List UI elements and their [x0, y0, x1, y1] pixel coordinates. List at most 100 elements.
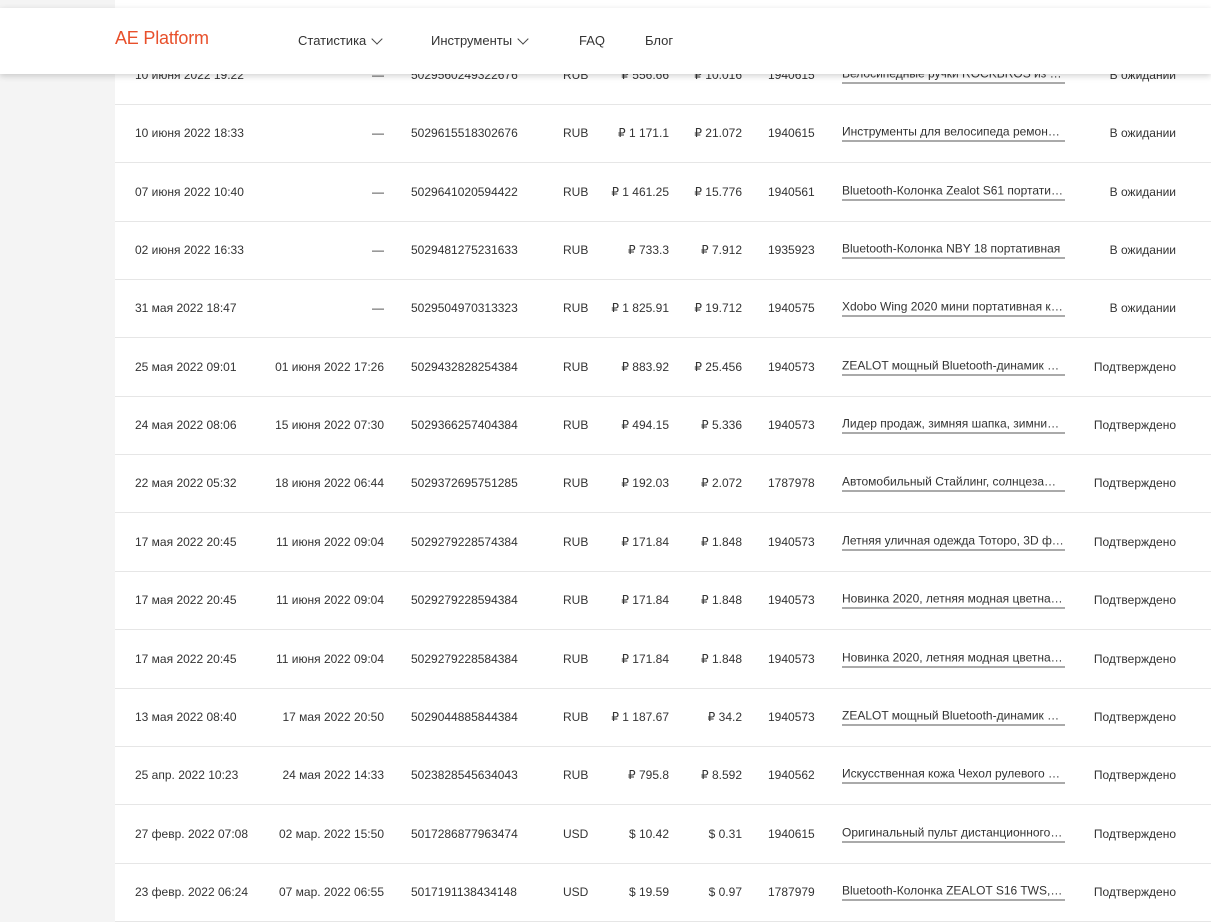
- row-confirm-date: 11 июня 2022 09:04: [275, 534, 384, 549]
- row-commission: ₽ 19.712: [694, 301, 742, 316]
- row-order-number: 5029366257404384: [411, 418, 518, 433]
- table-row: 17 мая 2022 20:45 11 июня 2022 09:04 50292…: [115, 630, 1211, 689]
- row-confirm-date: —: [372, 301, 384, 316]
- row-confirm-date: —: [372, 243, 384, 258]
- row-date: 27 февр. 2022 07:08: [135, 826, 249, 841]
- row-order-number: 5017286877963474: [411, 826, 518, 841]
- row-status: Подтверждено: [1093, 826, 1176, 841]
- row-product-link[interactable]: Летняя уличная одежда Тоторо, 3D футболк…: [842, 533, 1065, 551]
- table-row: 24 мая 2022 08:06 15 июня 2022 07:30 50293…: [115, 396, 1211, 456]
- row-amount: ₽ 795.8: [628, 768, 669, 783]
- row-order-number: 5029504970313323: [411, 301, 518, 316]
- row-date: 10 июня 2022 18:33: [135, 126, 244, 141]
- row-currency: RUB: [563, 709, 589, 724]
- table-row: 31 мая 2022 18:47 — 5029504970313323 RUB ₽ 1…: [115, 279, 1211, 339]
- table-row: 10 июня 2022 18:33 — 5029615518302676 RUB ₽ …: [115, 104, 1211, 164]
- row-currency: RUB: [563, 593, 589, 608]
- row-product-link[interactable]: ZEALOT мощный Bluetooth-динамик сабвуфер: [842, 708, 1065, 726]
- row-product-link[interactable]: Bluetooth-Колонка Zealot S61 портативная: [842, 183, 1065, 201]
- row-order-number: 5029279228574384: [411, 534, 518, 549]
- row-id: 1940573: [768, 359, 815, 374]
- row-commission: ₽ 2.072: [701, 476, 742, 491]
- row-commission: ₽ 25.456: [694, 359, 742, 374]
- row-commission: ₽ 8.592: [701, 768, 742, 783]
- row-currency: RUB: [563, 243, 589, 258]
- row-date: 22 мая 2022 05:32: [135, 476, 237, 491]
- row-product-link[interactable]: Xdobo Wing 2020 мини портативная колонка: [842, 300, 1065, 317]
- table-row: 22 мая 2022 05:32 18 июня 2022 06:44 50293…: [115, 454, 1211, 514]
- row-id: 1940573: [768, 593, 815, 608]
- row-product-link[interactable]: Лидер продаж, зимняя шапка, зимние шапки: [842, 417, 1065, 434]
- row-id: 1935923: [768, 243, 815, 258]
- row-currency: RUB: [563, 126, 589, 141]
- row-commission: ₽ 5.336: [701, 418, 742, 433]
- row-commission: ₽ 1.848: [701, 534, 742, 549]
- row-status: Подтверждено: [1093, 534, 1176, 549]
- row-confirm-date: 11 июня 2022 09:04: [275, 593, 384, 608]
- row-amount: ₽ 171.84: [621, 534, 669, 549]
- row-confirm-date: 15 июня 2022 07:30: [275, 418, 384, 433]
- nav-tools[interactable]: Инструменты: [431, 32, 529, 48]
- row-currency: RUB: [563, 476, 589, 491]
- row-status: Подтверждено: [1093, 476, 1176, 491]
- row-order-number: 5029481275231633: [411, 243, 518, 258]
- row-status: В ожидании: [1109, 126, 1176, 141]
- table-row: 25 апр. 2022 10:23 24 мая 2022 14:33 50238…: [115, 746, 1211, 806]
- row-date: 24 мая 2022 08:06: [135, 418, 237, 433]
- row-status: Подтверждено: [1093, 884, 1176, 899]
- nav-statistics[interactable]: Статистика: [298, 32, 383, 48]
- row-status: Подтверждено: [1093, 418, 1176, 433]
- row-amount: ₽ 171.84: [621, 593, 669, 608]
- row-confirm-date: 01 июня 2022 17:26: [275, 359, 384, 374]
- row-amount: ₽ 171.84: [621, 651, 669, 666]
- row-amount: ₽ 1 171.1: [617, 126, 669, 141]
- row-currency: RUB: [563, 184, 589, 199]
- row-product-link[interactable]: Оригинальный пульт дистанционного управл…: [842, 825, 1065, 843]
- row-confirm-date: —: [372, 184, 384, 199]
- row-currency: RUB: [563, 768, 589, 783]
- table-row: 13 мая 2022 08:40 17 мая 2022 20:50 502904…: [115, 688, 1211, 747]
- row-currency: USD: [563, 826, 589, 841]
- row-currency: RUB: [563, 301, 589, 316]
- row-product-link[interactable]: Инструменты для велосипеда ремонтные: [842, 125, 1065, 142]
- row-order-number: 5017191138434148: [411, 884, 517, 899]
- row-status: В ожидании: [1109, 184, 1176, 199]
- row-status: Подтверждено: [1093, 593, 1176, 608]
- nav-faq-label: FAQ: [579, 33, 606, 48]
- table-row: 17 мая 2022 20:45 11 июня 2022 09:04 50292…: [115, 571, 1211, 631]
- chevron-down-icon: [517, 32, 529, 45]
- row-amount: ₽ 1 461.25: [611, 184, 669, 199]
- row-status: Подтверждено: [1093, 768, 1176, 783]
- row-date: 17 мая 2022 20:45: [135, 651, 237, 666]
- row-amount: ₽ 1 187.67: [611, 709, 669, 724]
- row-order-number: 5029641020594422: [411, 184, 518, 199]
- row-confirm-date: 18 июня 2022 06:44: [275, 476, 384, 491]
- row-status: Подтверждено: [1093, 709, 1176, 724]
- row-date: 25 мая 2022 09:01: [135, 359, 237, 374]
- row-product-link[interactable]: Новинка 2020, летняя модная цветная футб…: [842, 650, 1065, 667]
- nav-faq[interactable]: FAQ: [579, 33, 605, 48]
- logo[interactable]: AE Platform: [115, 28, 209, 49]
- nav-statistics-label: Статистика: [298, 33, 367, 48]
- row-order-number: 5029615518302676: [411, 126, 518, 141]
- nav-blog-label: Блог: [645, 33, 674, 48]
- row-id: 1940573: [768, 709, 815, 724]
- top-navbar: AE Platform Статистика Инструменты FAQ Б…: [0, 8, 1211, 74]
- row-product-link[interactable]: Bluetooth-Колонка ZEALOT S16 TWS, портат…: [842, 883, 1065, 901]
- row-amount: $ 19.59: [628, 884, 669, 899]
- row-product-link[interactable]: Автомобильный Стайлинг, солнцезащитный: [842, 475, 1065, 492]
- row-date: 17 мая 2022 20:45: [135, 534, 237, 549]
- table-row: 27 февр. 2022 07:08 02 мар. 2022 15:50 501…: [115, 805, 1211, 864]
- row-commission: ₽ 1.848: [701, 593, 742, 608]
- row-amount: $ 10.42: [628, 826, 669, 841]
- row-date: 17 мая 2022 20:45: [135, 593, 237, 608]
- row-amount: ₽ 494.15: [621, 418, 669, 433]
- row-date: 02 июня 2022 16:33: [135, 243, 244, 258]
- nav-blog[interactable]: Блог: [645, 33, 673, 48]
- row-status: Подтверждено: [1093, 359, 1176, 374]
- row-status: В ожидании: [1109, 301, 1176, 316]
- row-product-link[interactable]: ZEALOT мощный Bluetooth-динамик сабвуфер: [842, 358, 1065, 376]
- row-product-link[interactable]: Искусственная кожа Чехол рулевого колеса: [842, 767, 1065, 784]
- row-product-link[interactable]: Bluetooth-Колонка NBY 18 портативная: [842, 242, 1065, 259]
- row-product-link[interactable]: Новинка 2020, летняя модная цветная футб…: [842, 592, 1065, 609]
